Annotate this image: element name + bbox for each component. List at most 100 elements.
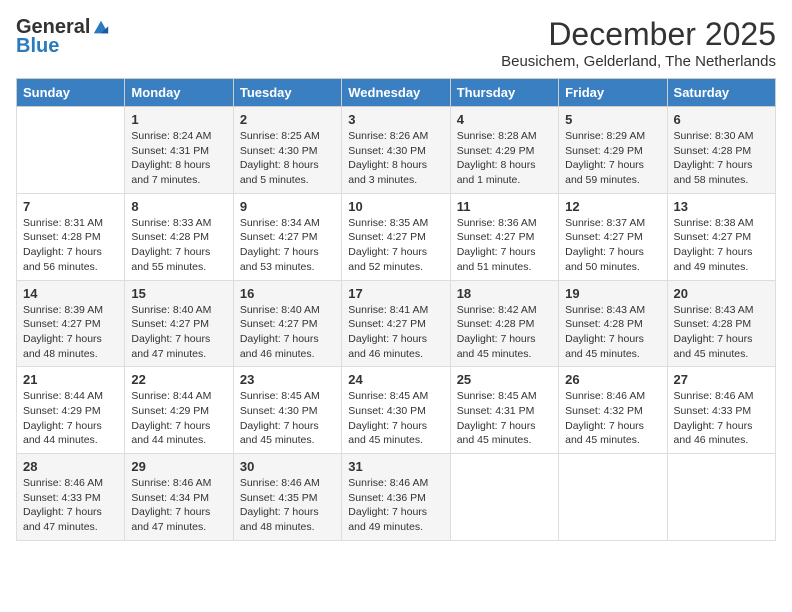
sunrise-text: Sunrise: 8:45 AM: [240, 390, 320, 402]
cell-detail: Sunrise: 8:45 AM Sunset: 4:31 PM Dayligh…: [457, 389, 552, 448]
day-number: 7: [23, 199, 118, 214]
sunrise-text: Sunrise: 8:44 AM: [23, 390, 103, 402]
day-number: 29: [131, 459, 226, 474]
cell-detail: Sunrise: 8:46 AM Sunset: 4:32 PM Dayligh…: [565, 389, 660, 448]
daylight-text: Daylight: 7 hours and 46 minutes.: [348, 333, 427, 360]
sunrise-text: Sunrise: 8:43 AM: [674, 304, 754, 316]
sunset-text: Sunset: 4:34 PM: [131, 492, 209, 504]
sunrise-text: Sunrise: 8:44 AM: [131, 390, 211, 402]
sunrise-text: Sunrise: 8:46 AM: [240, 477, 320, 489]
calendar-cell: 4 Sunrise: 8:28 AM Sunset: 4:29 PM Dayli…: [450, 107, 558, 194]
sunset-text: Sunset: 4:33 PM: [674, 405, 752, 417]
cell-detail: Sunrise: 8:25 AM Sunset: 4:30 PM Dayligh…: [240, 129, 335, 188]
day-number: 31: [348, 459, 443, 474]
sunrise-text: Sunrise: 8:46 AM: [131, 477, 211, 489]
calendar-table: SundayMondayTuesdayWednesdayThursdayFrid…: [16, 78, 776, 541]
sunrise-text: Sunrise: 8:24 AM: [131, 130, 211, 142]
daylight-text: Daylight: 7 hours and 48 minutes.: [240, 506, 319, 533]
day-number: 11: [457, 199, 552, 214]
sunrise-text: Sunrise: 8:37 AM: [565, 217, 645, 229]
daylight-text: Daylight: 7 hours and 56 minutes.: [23, 246, 102, 273]
sunrise-text: Sunrise: 8:31 AM: [23, 217, 103, 229]
cell-detail: Sunrise: 8:40 AM Sunset: 4:27 PM Dayligh…: [240, 303, 335, 362]
sunrise-text: Sunrise: 8:45 AM: [348, 390, 428, 402]
day-number: 17: [348, 286, 443, 301]
sunset-text: Sunset: 4:27 PM: [348, 318, 426, 330]
calendar-week-row: 14 Sunrise: 8:39 AM Sunset: 4:27 PM Dayl…: [17, 280, 776, 367]
day-number: 4: [457, 112, 552, 127]
sunrise-text: Sunrise: 8:35 AM: [348, 217, 428, 229]
daylight-text: Daylight: 7 hours and 45 minutes.: [457, 420, 536, 447]
daylight-text: Daylight: 7 hours and 48 minutes.: [23, 333, 102, 360]
calendar-cell: [559, 454, 667, 541]
calendar-cell: 20 Sunrise: 8:43 AM Sunset: 4:28 PM Dayl…: [667, 280, 775, 367]
sunset-text: Sunset: 4:29 PM: [565, 145, 643, 157]
daylight-text: Daylight: 7 hours and 53 minutes.: [240, 246, 319, 273]
calendar-cell: 22 Sunrise: 8:44 AM Sunset: 4:29 PM Dayl…: [125, 367, 233, 454]
cell-detail: Sunrise: 8:41 AM Sunset: 4:27 PM Dayligh…: [348, 303, 443, 362]
calendar-cell: 25 Sunrise: 8:45 AM Sunset: 4:31 PM Dayl…: [450, 367, 558, 454]
calendar-cell: 30 Sunrise: 8:46 AM Sunset: 4:35 PM Dayl…: [233, 454, 341, 541]
sunrise-text: Sunrise: 8:34 AM: [240, 217, 320, 229]
cell-detail: Sunrise: 8:43 AM Sunset: 4:28 PM Dayligh…: [565, 303, 660, 362]
daylight-text: Daylight: 7 hours and 55 minutes.: [131, 246, 210, 273]
sunset-text: Sunset: 4:28 PM: [131, 231, 209, 243]
sunrise-text: Sunrise: 8:41 AM: [348, 304, 428, 316]
daylight-text: Daylight: 7 hours and 45 minutes.: [348, 420, 427, 447]
sunset-text: Sunset: 4:28 PM: [457, 318, 535, 330]
calendar-cell: [667, 454, 775, 541]
day-number: 5: [565, 112, 660, 127]
calendar-cell: 2 Sunrise: 8:25 AM Sunset: 4:30 PM Dayli…: [233, 107, 341, 194]
day-number: 8: [131, 199, 226, 214]
day-number: 27: [674, 372, 769, 387]
sunrise-text: Sunrise: 8:46 AM: [674, 390, 754, 402]
sunset-text: Sunset: 4:30 PM: [240, 145, 318, 157]
daylight-text: Daylight: 7 hours and 46 minutes.: [674, 420, 753, 447]
daylight-text: Daylight: 7 hours and 49 minutes.: [348, 506, 427, 533]
sunset-text: Sunset: 4:33 PM: [23, 492, 101, 504]
sunset-text: Sunset: 4:36 PM: [348, 492, 426, 504]
daylight-text: Daylight: 7 hours and 45 minutes.: [565, 420, 644, 447]
cell-detail: Sunrise: 8:40 AM Sunset: 4:27 PM Dayligh…: [131, 303, 226, 362]
sunset-text: Sunset: 4:27 PM: [240, 318, 318, 330]
day-number: 26: [565, 372, 660, 387]
sunset-text: Sunset: 4:28 PM: [565, 318, 643, 330]
sunset-text: Sunset: 4:31 PM: [457, 405, 535, 417]
day-number: 20: [674, 286, 769, 301]
daylight-text: Daylight: 7 hours and 52 minutes.: [348, 246, 427, 273]
daylight-text: Daylight: 7 hours and 45 minutes.: [674, 333, 753, 360]
calendar-cell: 17 Sunrise: 8:41 AM Sunset: 4:27 PM Dayl…: [342, 280, 450, 367]
sunrise-text: Sunrise: 8:33 AM: [131, 217, 211, 229]
sunrise-text: Sunrise: 8:46 AM: [565, 390, 645, 402]
title-block: December 2025 Beusichem, Gelderland, The…: [501, 16, 776, 70]
daylight-text: Daylight: 7 hours and 45 minutes.: [457, 333, 536, 360]
calendar-week-row: 28 Sunrise: 8:46 AM Sunset: 4:33 PM Dayl…: [17, 454, 776, 541]
weekday-header-thursday: Thursday: [450, 79, 558, 107]
cell-detail: Sunrise: 8:46 AM Sunset: 4:36 PM Dayligh…: [348, 476, 443, 535]
cell-detail: Sunrise: 8:35 AM Sunset: 4:27 PM Dayligh…: [348, 216, 443, 275]
daylight-text: Daylight: 7 hours and 47 minutes.: [131, 506, 210, 533]
cell-detail: Sunrise: 8:24 AM Sunset: 4:31 PM Dayligh…: [131, 129, 226, 188]
cell-detail: Sunrise: 8:42 AM Sunset: 4:28 PM Dayligh…: [457, 303, 552, 362]
sunset-text: Sunset: 4:30 PM: [348, 405, 426, 417]
calendar-cell: 28 Sunrise: 8:46 AM Sunset: 4:33 PM Dayl…: [17, 454, 125, 541]
daylight-text: Daylight: 7 hours and 50 minutes.: [565, 246, 644, 273]
sunset-text: Sunset: 4:27 PM: [674, 231, 752, 243]
cell-detail: Sunrise: 8:36 AM Sunset: 4:27 PM Dayligh…: [457, 216, 552, 275]
sunrise-text: Sunrise: 8:43 AM: [565, 304, 645, 316]
location-subtitle: Beusichem, Gelderland, The Netherlands: [501, 53, 776, 70]
calendar-cell: 15 Sunrise: 8:40 AM Sunset: 4:27 PM Dayl…: [125, 280, 233, 367]
daylight-text: Daylight: 8 hours and 7 minutes.: [131, 159, 210, 186]
sunrise-text: Sunrise: 8:42 AM: [457, 304, 537, 316]
day-number: 23: [240, 372, 335, 387]
day-number: 28: [23, 459, 118, 474]
sunset-text: Sunset: 4:27 PM: [23, 318, 101, 330]
sunrise-text: Sunrise: 8:28 AM: [457, 130, 537, 142]
calendar-cell: 24 Sunrise: 8:45 AM Sunset: 4:30 PM Dayl…: [342, 367, 450, 454]
page-header: General Blue December 2025 Beusichem, Ge…: [16, 16, 776, 70]
daylight-text: Daylight: 7 hours and 46 minutes.: [240, 333, 319, 360]
day-number: 1: [131, 112, 226, 127]
calendar-cell: 29 Sunrise: 8:46 AM Sunset: 4:34 PM Dayl…: [125, 454, 233, 541]
cell-detail: Sunrise: 8:26 AM Sunset: 4:30 PM Dayligh…: [348, 129, 443, 188]
sunset-text: Sunset: 4:31 PM: [131, 145, 209, 157]
